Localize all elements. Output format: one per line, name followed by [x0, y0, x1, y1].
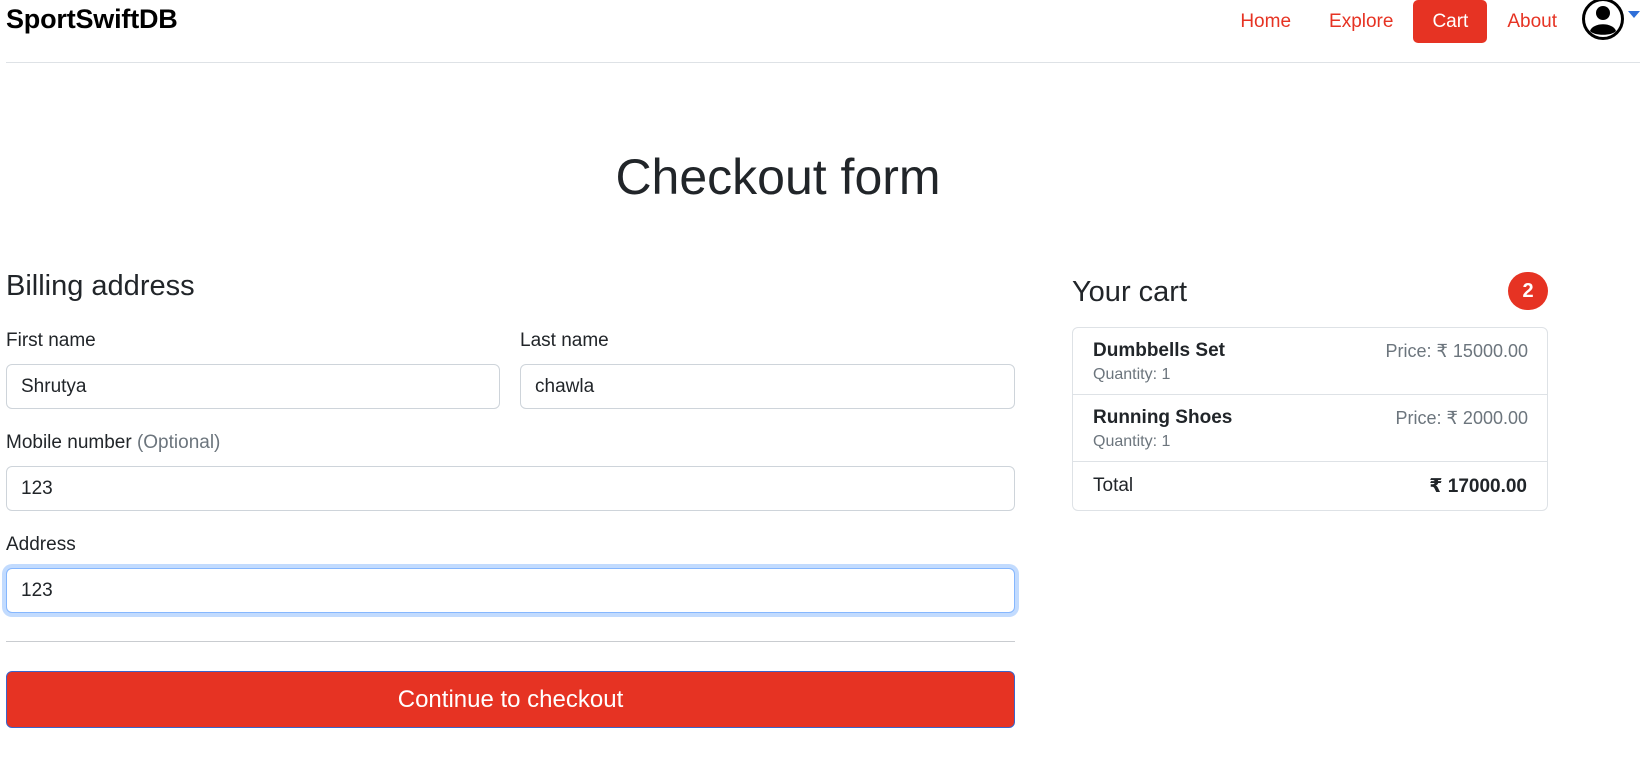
optional-hint: (Optional)	[136, 432, 221, 453]
cart-item: Running Shoes Quantity: 1 Price: ₹ 2000.…	[1073, 395, 1547, 462]
first-name-label: First name	[6, 330, 96, 351]
address-label: Address	[6, 534, 76, 555]
cart-item-quantity: Quantity: 1	[1093, 366, 1171, 383]
caret-down-icon	[1628, 11, 1640, 18]
cart-total-row: Total ₹ 17000.00	[1073, 462, 1547, 510]
billing-heading: Billing address	[6, 270, 195, 302]
user-circle-icon	[1582, 0, 1624, 45]
nav-explore[interactable]: Explore	[1310, 0, 1412, 43]
mobile-field[interactable]	[6, 466, 1015, 511]
navbar: SportSwiftDB Home Explore Cart About	[6, 0, 1640, 63]
nav-links: Home Explore Cart About	[1221, 0, 1640, 43]
brand-logo[interactable]: SportSwiftDB	[6, 4, 178, 35]
billing-form: Billing address First name Last name Mob…	[6, 270, 1015, 728]
continue-to-checkout-button[interactable]: Continue to checkout	[6, 671, 1015, 728]
nav-home[interactable]: Home	[1221, 0, 1310, 43]
last-name-field[interactable]	[520, 364, 1015, 409]
nav-cart[interactable]: Cart	[1413, 0, 1488, 43]
cart-item-quantity: Quantity: 1	[1093, 433, 1171, 450]
form-divider	[6, 641, 1015, 642]
cart-item-price: Price: ₹ 2000.00	[1395, 408, 1528, 428]
cart-count-badge: 2	[1508, 272, 1548, 310]
mobile-label-text: Mobile number	[6, 432, 132, 453]
cart-heading: Your cart	[1072, 276, 1187, 308]
last-name-label: Last name	[520, 330, 609, 351]
nav-about[interactable]: About	[1488, 0, 1576, 43]
first-name-field[interactable]	[6, 364, 500, 409]
cart-list: Dumbbells Set Quantity: 1 Price: ₹ 15000…	[1072, 327, 1548, 511]
total-label: Total	[1093, 475, 1134, 496]
total-value: ₹ 17000.00	[1429, 475, 1527, 497]
mobile-label: Mobile number (Optional)	[6, 432, 220, 454]
user-menu-toggle[interactable]	[1582, 0, 1640, 43]
address-field[interactable]	[6, 568, 1015, 613]
cart-item: Dumbbells Set Quantity: 1 Price: ₹ 15000…	[1073, 328, 1547, 395]
page-title: Checkout form	[615, 149, 941, 205]
cart-item-price: Price: ₹ 15000.00	[1385, 341, 1528, 361]
